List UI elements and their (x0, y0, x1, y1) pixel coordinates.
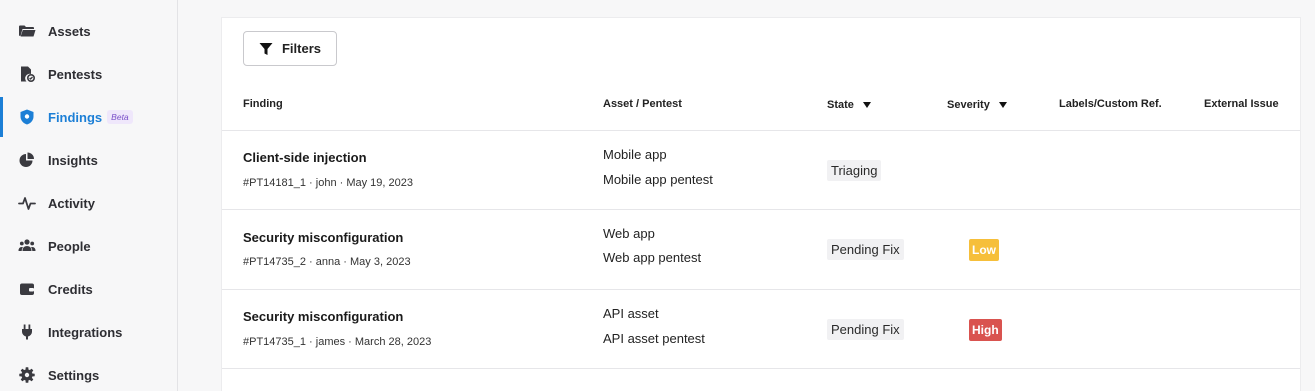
state-badge: Pending Fix (827, 319, 904, 340)
column-header-finding: Finding (243, 98, 283, 110)
plug-icon (18, 323, 36, 341)
sidebar-item-pentests[interactable]: Pentests (0, 59, 177, 89)
asset-name[interactable]: API asset (603, 306, 659, 321)
finding-meta: #PT14735_2 · anna · May 3, 2023 (243, 256, 411, 268)
finding-meta: #PT14735_1 · james · March 28, 2023 (243, 336, 432, 348)
severity-badge-low: Low (969, 239, 999, 261)
sidebar-item-assets[interactable]: Assets (0, 16, 177, 46)
pie-chart-icon (18, 151, 36, 169)
finding-title[interactable]: Client-side injection (243, 150, 367, 165)
column-header-asset: Asset / Pentest (603, 98, 682, 110)
table-row[interactable]: Security misconfiguration #PT14735_2 · a… (222, 209, 1300, 289)
column-header-severity[interactable]: Severity (947, 99, 1007, 111)
filters-button[interactable]: Filters (243, 31, 337, 66)
sidebar-item-credits[interactable]: Credits (0, 274, 177, 304)
severity-badge-high: High (969, 319, 1002, 341)
column-header-state[interactable]: State (827, 99, 871, 111)
sort-caret-icon[interactable] (862, 102, 871, 108)
gear-icon (18, 366, 36, 384)
sidebar-item-integrations[interactable]: Integrations (0, 317, 177, 347)
sidebar-item-label: Credits (48, 281, 93, 297)
wallet-icon (18, 280, 36, 298)
finding-title[interactable]: Security misconfiguration (243, 230, 403, 245)
sidebar-item-label: Integrations (48, 324, 123, 340)
table-row[interactable]: Security misconfiguration #PT14735_1 · j… (222, 289, 1300, 369)
asset-name[interactable]: Web app (603, 226, 655, 241)
pentest-name[interactable]: Web app pentest (603, 250, 701, 265)
sidebar-item-label: People (48, 238, 91, 254)
column-header-external-issue: External Issue (1204, 98, 1279, 110)
activity-pulse-icon (18, 194, 36, 212)
people-icon (18, 237, 36, 255)
filters-label: Filters (281, 41, 321, 56)
column-header-labels: Labels/Custom Ref. (1059, 98, 1162, 110)
table-row[interactable] (222, 368, 1300, 391)
sidebar-item-label: Insights (48, 152, 98, 168)
pentest-name[interactable]: API asset pentest (603, 331, 705, 346)
findings-panel: Filters Finding Asset / Pentest State Se… (221, 17, 1301, 391)
pentest-name[interactable]: Mobile app pentest (603, 172, 713, 187)
finding-meta: #PT14181_1 · john · May 19, 2023 (243, 177, 414, 189)
sidebar-item-label: Findings (48, 109, 103, 125)
sidebar: Assets Pentests Findings Beta Insights A… (0, 0, 178, 391)
sidebar-item-findings[interactable]: Findings Beta (0, 97, 177, 137)
sort-caret-icon[interactable] (998, 102, 1007, 108)
sidebar-item-settings[interactable]: Settings (0, 360, 177, 390)
sidebar-item-label: Settings (48, 367, 100, 383)
state-badge: Pending Fix (827, 239, 904, 260)
pentest-document-icon (18, 65, 36, 83)
filter-funnel-icon (259, 42, 273, 55)
state-badge: Triaging (827, 160, 882, 181)
sidebar-item-label: Activity (48, 195, 95, 211)
sidebar-item-insights[interactable]: Insights (0, 145, 177, 175)
sidebar-item-label: Pentests (48, 66, 103, 82)
sidebar-item-activity[interactable]: Activity (0, 188, 177, 218)
sidebar-item-people[interactable]: People (0, 231, 177, 261)
finding-title[interactable]: Security misconfiguration (243, 309, 403, 324)
folder-icon (18, 22, 36, 40)
asset-name[interactable]: Mobile app (603, 147, 667, 162)
beta-badge: Beta (107, 110, 133, 124)
table-row[interactable]: Client-side injection #PT14181_1 · john … (222, 130, 1300, 210)
shield-icon (18, 108, 36, 126)
sidebar-item-label: Assets (48, 23, 91, 39)
